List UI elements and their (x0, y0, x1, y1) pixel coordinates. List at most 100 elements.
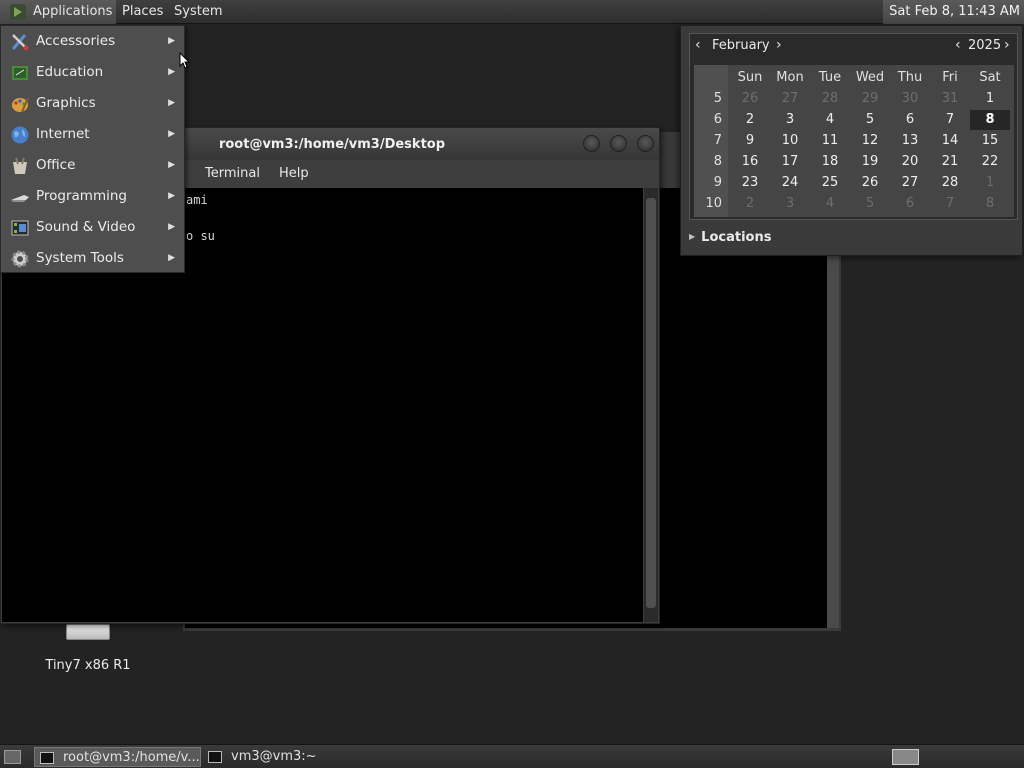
terminal-scrollbar[interactable] (644, 188, 658, 622)
calendar-day[interactable]: 4 (810, 194, 850, 214)
menu-item-label: Graphics (36, 95, 96, 111)
calendar-day[interactable]: 1 (970, 89, 1010, 109)
calendar-day[interactable]: 17 (770, 152, 810, 172)
calendar-day[interactable]: 14 (930, 131, 970, 151)
calendar-day[interactable]: 12 (850, 131, 890, 151)
calendar-day[interactable]: 6 (890, 194, 930, 214)
calendar-day[interactable]: 23 (730, 173, 770, 193)
menu-item-system-tools[interactable]: System Tools ▶ (1, 243, 185, 274)
applications-dropdown: Accessories ▶ Education ▶ Graphics ▶ Int… (0, 25, 185, 273)
menu-item-office[interactable]: Office ▶ (1, 150, 185, 181)
prev-month-icon[interactable]: ‹ (695, 34, 701, 58)
submenu-arrow-icon: ▶ (168, 222, 175, 232)
taskbar-button-label: root@vm3:/home/v... (63, 750, 200, 765)
calendar-popup: ‹ February › ‹ 2025 › Sun Mon Tue Wed Thu Fri… (680, 25, 1023, 256)
menu-item-education[interactable]: Education ▶ (1, 57, 185, 88)
calendar-day[interactable]: 3 (770, 110, 810, 130)
calendar-day[interactable]: 27 (770, 89, 810, 109)
calendar-day[interactable]: 15 (970, 131, 1010, 151)
calendar-day[interactable]: 2 (730, 110, 770, 130)
menu-item-programming[interactable]: Programming ▶ (1, 181, 185, 212)
menu-item-label: Sound & Video (36, 219, 136, 235)
top-panel: Applications Places System Sat Feb 8, 11… (0, 0, 1024, 24)
workspace-switcher[interactable] (892, 749, 919, 765)
taskbar-button-vm3-terminal[interactable]: vm3@vm3:~ (203, 747, 343, 767)
system-menu-button[interactable]: System (174, 0, 222, 24)
calendar-day[interactable]: 11 (810, 131, 850, 151)
calendar-day[interactable]: 3 (770, 194, 810, 214)
calendar-day-today[interactable]: 8 (970, 110, 1010, 130)
terminal-menu-terminal[interactable]: Terminal (205, 160, 260, 188)
calendar-day[interactable]: 26 (730, 89, 770, 109)
calendar-day[interactable]: 13 (890, 131, 930, 151)
close-button[interactable] (637, 135, 654, 152)
calendar-day[interactable]: 5 (850, 194, 890, 214)
minimize-button[interactable] (583, 135, 600, 152)
terminal-menu-help[interactable]: Help (279, 160, 309, 188)
menu-item-label: Office (36, 157, 76, 173)
menu-item-internet[interactable]: Internet ▶ (1, 119, 185, 150)
calendar-day[interactable]: 16 (730, 152, 770, 172)
bottom-panel: root@vm3:/home/v... vm3@vm3:~ (0, 744, 1024, 768)
calendar-day[interactable]: 19 (850, 152, 890, 172)
calendar-day[interactable]: 8 (970, 194, 1010, 214)
maximize-button[interactable] (610, 135, 627, 152)
menu-item-label: Programming (36, 188, 127, 204)
menu-item-graphics[interactable]: Graphics ▶ (1, 88, 185, 119)
desktop-icon-tiny7[interactable]: Tiny7 x86 R1 (38, 620, 138, 673)
sound-video-icon (11, 220, 29, 236)
terminal-scrollbar-thumb[interactable] (646, 198, 656, 608)
menu-item-accessories[interactable]: Accessories ▶ (1, 26, 185, 57)
submenu-arrow-icon: ▶ (168, 36, 175, 46)
calendar-day[interactable]: 7 (930, 194, 970, 214)
terminal-line: ami (186, 193, 208, 207)
terminal-icon (40, 752, 54, 764)
day-header: Sun (737, 70, 763, 85)
calendar-day[interactable]: 4 (810, 110, 850, 130)
clock[interactable]: Sat Feb 8, 11:43 AM (883, 0, 1024, 24)
locations-expander[interactable]: ▶ Locations (689, 230, 771, 245)
places-menu-button[interactable]: Places (122, 0, 163, 24)
menu-item-label: Internet (36, 126, 90, 142)
calendar-day[interactable]: 22 (970, 152, 1010, 172)
calendar-day[interactable]: 21 (930, 152, 970, 172)
calendar-day[interactable]: 25 (810, 173, 850, 193)
calendar-day[interactable]: 28 (810, 89, 850, 109)
submenu-arrow-icon: ▶ (168, 67, 175, 77)
show-desktop-button[interactable] (4, 750, 21, 764)
calendar-day[interactable]: 2 (730, 194, 770, 214)
desktop-icon-label: Tiny7 x86 R1 (45, 658, 131, 673)
next-year-icon[interactable]: › (1004, 34, 1010, 58)
drive-icon (66, 624, 110, 640)
calendar-widget: ‹ February › ‹ 2025 › Sun Mon Tue Wed Thu Fri… (689, 33, 1018, 220)
mouse-cursor-icon (179, 52, 191, 69)
prev-year-icon[interactable]: ‹ (955, 34, 961, 58)
calendar-day[interactable]: 27 (890, 173, 930, 193)
system-tools-icon (11, 250, 29, 268)
calendar-day[interactable]: 9 (730, 131, 770, 151)
calendar-day[interactable]: 18 (810, 152, 850, 172)
calendar-day[interactable]: 7 (930, 110, 970, 130)
graphics-icon (12, 97, 29, 113)
applications-menu-button[interactable]: Applications (0, 0, 116, 24)
calendar-day[interactable]: 6 (890, 110, 930, 130)
calendar-day[interactable]: 30 (890, 89, 930, 109)
calendar-day[interactable]: 1 (970, 173, 1010, 193)
calendar-month: February (712, 38, 770, 53)
calendar-day[interactable]: 10 (770, 131, 810, 151)
calendar-year: 2025 (968, 38, 1002, 53)
week-number: 8 (713, 154, 722, 169)
calendar-day[interactable]: 29 (850, 89, 890, 109)
taskbar-button-root-terminal[interactable]: root@vm3:/home/v... (34, 747, 201, 767)
calendar-day[interactable]: 26 (850, 173, 890, 193)
calendar-day[interactable]: 31 (930, 89, 970, 109)
calendar-day[interactable]: 28 (930, 173, 970, 193)
menu-item-sound-video[interactable]: Sound & Video ▶ (1, 212, 185, 243)
week-number: 10 (705, 196, 722, 211)
calendar-day[interactable]: 24 (770, 173, 810, 193)
next-month-icon[interactable]: › (776, 34, 782, 58)
day-header: Sat (979, 70, 1001, 85)
calendar-day[interactable]: 20 (890, 152, 930, 172)
calendar-day[interactable]: 5 (850, 110, 890, 130)
day-header: Mon (776, 70, 804, 85)
